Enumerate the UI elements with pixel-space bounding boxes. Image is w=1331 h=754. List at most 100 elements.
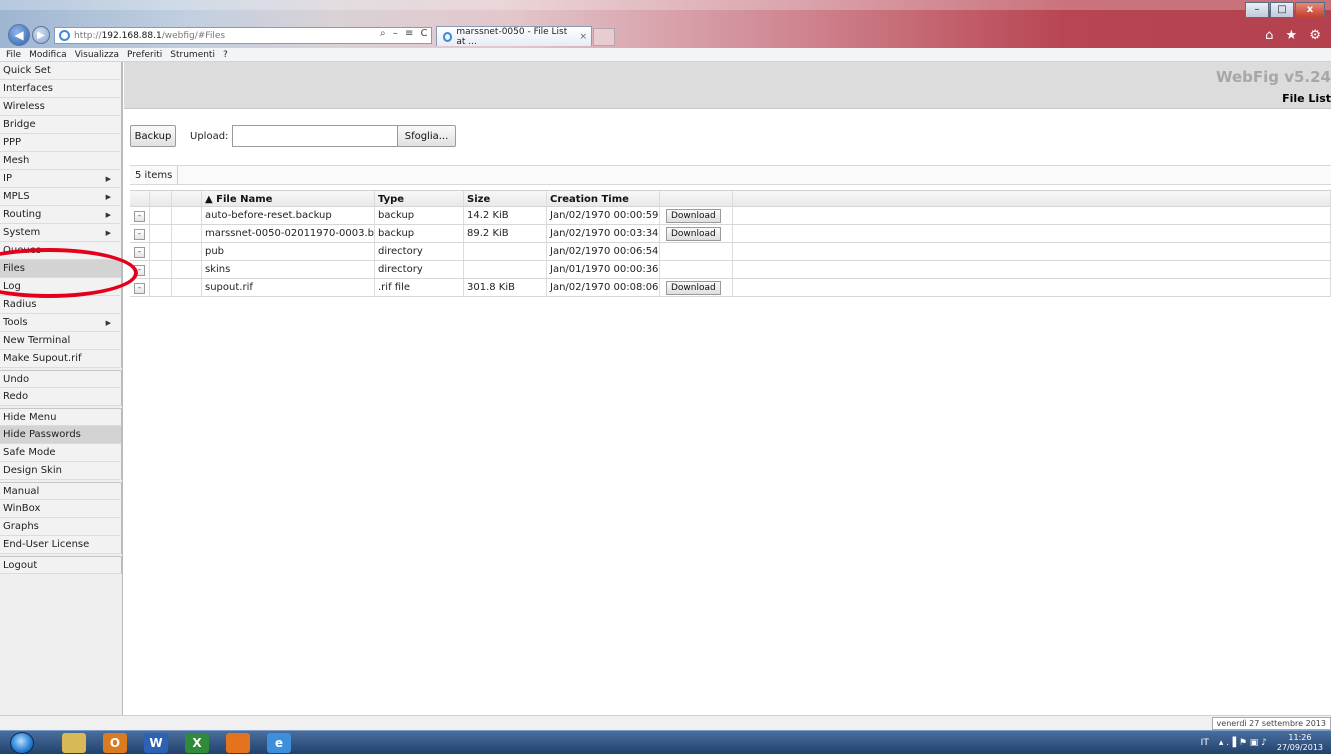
remove-file-button[interactable]: - [134,211,145,222]
table-row[interactable]: - skins directory Jan/01/1970 00:00:36 [130,261,1331,279]
menu-visualizza[interactable]: Visualizza [75,50,119,60]
submenu-arrow-icon: ▶ [105,319,111,327]
language-indicator[interactable]: IT [1201,738,1209,748]
sidebar-item-logout[interactable]: Logout [0,556,122,574]
sidebar-item-system[interactable]: System ▶ [0,224,122,242]
table-row[interactable]: - auto-before-reset.backup backup 14.2 KiB J… [130,207,1331,225]
new-tab-button[interactable] [593,28,615,46]
column-creation-time[interactable]: Creation Time [547,191,660,206]
items-count: 5 items [130,166,179,185]
back-button[interactable]: ◀ [8,24,30,46]
taskbar-app-icon[interactable] [62,733,86,753]
sidebar-item-safe-mode[interactable]: Safe Mode [0,444,122,462]
clock[interactable]: 11:26 27/09/2013 [1277,733,1323,753]
file-type-cell: backup [375,225,464,242]
close-button[interactable]: x [1295,2,1325,18]
sidebar-item-hide-menu[interactable]: Hide Menu [0,408,122,426]
sidebar-item-hide-passwords[interactable]: Hide Passwords [0,426,122,444]
table-header-row: ▲ File Name Type Size Creation Time [130,190,1331,207]
address-path: /webfig/#Files [161,30,226,41]
sidebar-item-new-terminal[interactable]: New Terminal [0,332,122,350]
file-type-cell: directory [375,243,464,260]
column-file-name[interactable]: ▲ File Name [202,191,375,206]
creation-time-cell: Jan/02/1970 00:03:34 [547,225,660,242]
file-name-cell: auto-before-reset.backup [202,207,375,224]
browse-button[interactable]: Sfoglia... [397,125,456,147]
remove-file-button[interactable]: - [134,283,145,294]
sidebar-item-label: Wireless [3,101,45,112]
sidebar-item-manual[interactable]: Manual [0,482,122,500]
home-favorites-tools-icons[interactable]: ⌂ ★ ⚙ [1265,28,1325,43]
sidebar-item-wireless[interactable]: Wireless [0,98,122,116]
file-size-cell [464,261,547,278]
taskbar-app-icon[interactable]: e [267,733,291,753]
menu-file[interactable]: File [6,50,21,60]
back-arrow-icon: ◀ [14,28,24,42]
file-size-cell: 14.2 KiB [464,207,547,224]
sidebar-item-label: Redo [3,391,29,402]
file-name-cell: supout.rif [202,279,375,296]
upload-file-input[interactable] [232,125,398,147]
remove-file-button[interactable]: - [134,247,145,258]
menu-modifica[interactable]: Modifica [29,50,67,60]
sidebar-item-label: Radius [3,299,37,310]
clock-date: 27/09/2013 [1276,743,1323,752]
submenu-arrow-icon: ▶ [105,193,111,201]
file-size-cell: 89.2 KiB [464,225,547,242]
taskbar-app-icon[interactable] [226,733,250,753]
download-cell: Download [660,207,733,224]
sidebar-item-mesh[interactable]: Mesh [0,152,122,170]
column-type[interactable]: Type [375,191,464,206]
sidebar-item-winbox[interactable]: WinBox [0,500,122,518]
sidebar-item-graphs[interactable]: Graphs [0,518,122,536]
taskbar-app-icon[interactable]: W [144,733,168,753]
start-button[interactable] [10,732,34,754]
forward-button[interactable]: ▶ [32,26,50,44]
maximize-button[interactable]: □ [1270,2,1294,18]
menu--[interactable]: ? [223,50,228,60]
taskbar-app-icon[interactable]: O [103,733,127,753]
download-button[interactable]: Download [666,227,721,241]
column-size[interactable]: Size [464,191,547,206]
browser-menubar: File Modifica Visualizza Preferiti Strumenti… [0,48,1331,62]
windows-taskbar: IT ▴ .▐ ⚑ ▣ ♪ 11:26 27/09/2013 OWXe [0,730,1331,754]
download-button[interactable]: Download [666,281,721,295]
download-cell: Download [660,225,733,242]
remove-file-button[interactable]: - [134,229,145,240]
sidebar-item-ppp[interactable]: PPP [0,134,122,152]
download-button[interactable]: Download [666,209,721,223]
sidebar-item-tools[interactable]: Tools ▶ [0,314,122,332]
table-row[interactable]: - marssnet-0050-02011970-0003.backupbacku… [130,225,1331,243]
sidebar-item-interfaces[interactable]: Interfaces [0,80,122,98]
browser-tab[interactable]: marssnet-0050 - File List at ... × [436,26,592,47]
backup-button[interactable]: Backup [130,125,176,147]
items-bar: 5 items [130,165,1331,185]
menu-strumenti[interactable]: Strumenti [170,50,215,60]
sidebar-item-undo[interactable]: Undo [0,370,122,388]
minimize-button[interactable]: – [1245,2,1269,18]
sidebar-item-redo[interactable]: Redo [0,388,122,406]
file-type-cell: backup [375,207,464,224]
table-row[interactable]: - pub directory Jan/02/1970 00:06:54 [130,243,1331,261]
system-tray: IT ▴ .▐ ⚑ ▣ ♪ 11:26 27/09/2013 [1201,731,1331,754]
sidebar-item-routing[interactable]: Routing ▶ [0,206,122,224]
table-row[interactable]: - supout.rif .rif file 301.8 KiB Jan/02/1970… [130,279,1331,297]
sidebar-item-ip[interactable]: IP ▶ [0,170,122,188]
sidebar-item-bridge[interactable]: Bridge [0,116,122,134]
address-bar[interactable]: http://192.168.88.1/webfig/#Files [54,27,432,44]
sidebar-item-mpls[interactable]: MPLS ▶ [0,188,122,206]
sidebar-item-quick-set[interactable]: Quick Set [0,62,122,80]
remove-cell: - [130,243,150,260]
taskbar-app-icon[interactable]: X [185,733,209,753]
sidebar-item-design-skin[interactable]: Design Skin [0,462,122,480]
sidebar-item-radius[interactable]: Radius [0,296,122,314]
sidebar-item-label: Hide Passwords [3,429,81,440]
sidebar-item-label: Graphs [3,521,39,532]
tray-icons[interactable]: ▴ .▐ ⚑ ▣ ♪ [1219,738,1267,748]
sidebar-item-label: IP [3,173,12,184]
sidebar-item-end-user-license[interactable]: End-User License [0,536,122,554]
menu-preferiti[interactable]: Preferiti [127,50,162,60]
forward-arrow-icon: ▶ [37,29,45,41]
sidebar-item-make-supout-rif[interactable]: Make Supout.rif [0,350,122,368]
tab-close-icon[interactable]: × [579,32,587,42]
